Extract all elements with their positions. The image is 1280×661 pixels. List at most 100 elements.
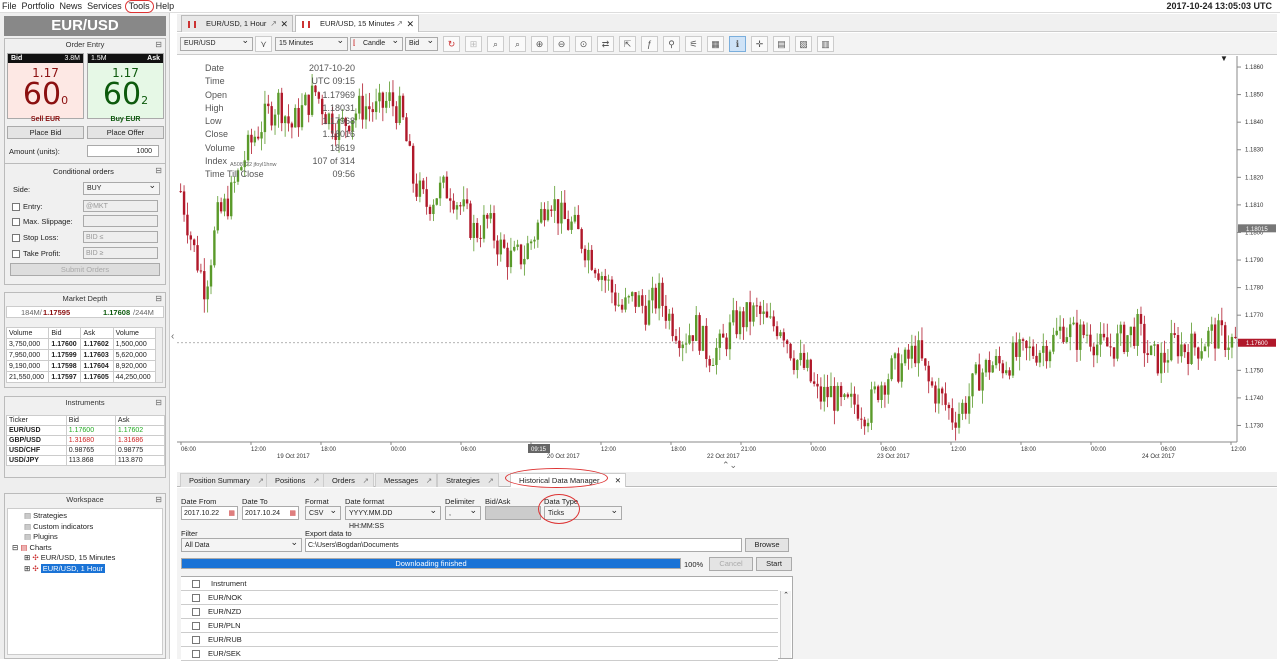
- price-tick-label: 1.1810: [1245, 203, 1264, 209]
- list-item[interactable]: EUR/PLN: [181, 619, 778, 633]
- template-icon[interactable]: ▧: [795, 36, 812, 52]
- entry-checkbox[interactable]: [12, 203, 20, 211]
- lock-icon[interactable]: ⊞: [465, 36, 482, 52]
- table-row[interactable]: GBP/USD 1.31680 1.31686: [6, 435, 166, 446]
- minimize-icon[interactable]: ⊟: [155, 293, 162, 304]
- grid-icon[interactable]: ▤: [773, 36, 790, 52]
- tab-eurusd-1hour[interactable]: EUR/USD, 1 Hour ↗ ✕: [181, 15, 293, 32]
- max-slippage-checkbox[interactable]: [12, 218, 20, 226]
- resize-handle-icon[interactable]: ⌃⌄: [722, 460, 737, 471]
- tab-position-summary[interactable]: Position Summary ↗: [180, 473, 269, 487]
- menu-services[interactable]: Services: [85, 0, 125, 12]
- browse-button[interactable]: Browse: [745, 538, 789, 552]
- format-select[interactable]: CSV: [305, 504, 341, 520]
- minimize-icon[interactable]: ⊟: [155, 166, 162, 175]
- candle-body: [826, 386, 829, 398]
- chart-type-select[interactable]: ⫿ Candle: [350, 35, 403, 51]
- candle-body: [1004, 370, 1008, 374]
- calculator-icon[interactable]: ▦: [707, 36, 724, 52]
- scroll-icon[interactable]: ⇄: [597, 36, 614, 52]
- instrument-checkbox[interactable]: [192, 636, 200, 644]
- candle-body: [1176, 335, 1180, 357]
- refresh-icon[interactable]: ↻: [443, 36, 460, 52]
- delimiter-select[interactable]: ,: [445, 504, 481, 520]
- cursor-icon[interactable]: ⇱: [619, 36, 636, 52]
- take-profit-input[interactable]: BID ≥: [83, 247, 158, 259]
- zoom-out-icon[interactable]: ⊖: [553, 36, 570, 52]
- buy-box[interactable]: 1.5M Ask 1.17 602 Buy EUR: [87, 53, 164, 123]
- list-item[interactable]: EUR/RUB: [181, 633, 778, 647]
- stop-loss-checkbox[interactable]: [12, 234, 20, 242]
- side-select[interactable]: BUY: [83, 180, 160, 195]
- menu-tools[interactable]: Tools: [124, 0, 154, 13]
- table-row[interactable]: USD/CHF 0.98765 0.98775: [6, 445, 166, 456]
- menu-file[interactable]: File: [0, 0, 20, 12]
- settings-icon[interactable]: ▥: [817, 36, 834, 52]
- date-to-input[interactable]: 2017.10.24 ▦: [242, 506, 299, 520]
- tree-item-charts[interactable]: ⊟ ▤ Charts: [12, 543, 52, 554]
- amount-input[interactable]: 1000: [87, 145, 159, 157]
- date-from-input[interactable]: 2017.10.22 ▦: [181, 506, 238, 520]
- instrument-checkbox[interactable]: [192, 650, 200, 658]
- chart-menu-icon[interactable]: ▼: [1220, 54, 1228, 63]
- period-select[interactable]: 15 Minutes: [275, 35, 348, 51]
- tree-item-custom-indicators[interactable]: ▤ Custom indicators: [24, 522, 93, 533]
- price-tick-label: 1.1780: [1245, 286, 1264, 292]
- tab-positions[interactable]: Positions ↗: [266, 473, 325, 487]
- side-select[interactable]: Bid: [405, 35, 438, 51]
- menu-news[interactable]: News: [58, 0, 86, 12]
- stop-loss-input[interactable]: BID ≤: [83, 231, 158, 243]
- function-icon[interactable]: ƒ: [641, 36, 658, 52]
- tree-item-strategies[interactable]: ▤ Strategies: [24, 511, 67, 522]
- tab-messages[interactable]: Messages ↗: [375, 473, 438, 487]
- depth-scrollbar[interactable]: [155, 327, 163, 383]
- submit-orders-button[interactable]: Submit Orders: [10, 263, 160, 276]
- place-bid-button[interactable]: Place Bid: [7, 126, 84, 139]
- instrument-checkbox[interactable]: [192, 608, 200, 616]
- list-scrollbar[interactable]: ⌃: [780, 591, 791, 658]
- collapse-left-icon[interactable]: ‹: [171, 331, 174, 342]
- drawings-icon[interactable]: ⚟: [685, 36, 702, 52]
- table-row[interactable]: USD/JPY 113.868 113.870: [6, 455, 166, 466]
- info-icon[interactable]: ℹ: [729, 36, 746, 52]
- tab-eurusd-15min[interactable]: EUR/USD, 15 Minutes ↗ ✕: [295, 15, 419, 32]
- export-path-input[interactable]: C:\Users\Bogdan\Documents: [305, 538, 742, 552]
- indicators-icon[interactable]: ⚲: [663, 36, 680, 52]
- menu-portfolio[interactable]: Portfolio: [20, 0, 58, 12]
- indicator-icon[interactable]: ⋎: [255, 36, 272, 52]
- instrument-checkbox[interactable]: [192, 622, 200, 630]
- instrument-checkbox[interactable]: [192, 594, 200, 602]
- select-all-checkbox[interactable]: [192, 580, 200, 588]
- tree-item-chart-15min[interactable]: ⊞ ✣ EUR/USD, 15 Minutes: [24, 553, 115, 564]
- cancel-button[interactable]: Cancel: [709, 557, 753, 571]
- max-slippage-input[interactable]: [83, 215, 158, 227]
- tree-item-chart-1hour[interactable]: ⊞ ✣ EUR/USD, 1 Hour: [24, 563, 106, 575]
- menu-help[interactable]: Help: [154, 0, 178, 12]
- candle-body: [718, 333, 721, 348]
- legend-row: Close 1.18016: [205, 129, 355, 140]
- crosshair-icon[interactable]: ✛: [751, 36, 768, 52]
- table-row[interactable]: EUR/USD 1.17600 1.17602: [6, 425, 166, 436]
- tab-strategies[interactable]: Strategies ↗: [437, 473, 499, 487]
- minimize-icon[interactable]: ⊟: [155, 397, 162, 408]
- bid-ask-select[interactable]: [485, 506, 541, 520]
- date-format-select[interactable]: YYYY.MM.DD HH:MM:SS: [345, 504, 441, 530]
- list-item[interactable]: EUR/NOK: [181, 591, 778, 605]
- sell-box[interactable]: Bid 3.8M 1.17 600 Sell EUR: [7, 53, 84, 123]
- place-offer-button[interactable]: Place Offer: [87, 126, 164, 139]
- entry-input[interactable]: @MKT: [83, 200, 158, 212]
- zoom-fit-icon[interactable]: ⊙: [575, 36, 592, 52]
- zoom-area-icon[interactable]: ⌕: [487, 36, 504, 52]
- minimize-icon[interactable]: ⊟: [155, 39, 162, 50]
- filter-select[interactable]: All Data: [181, 536, 302, 552]
- list-item[interactable]: EUR/NZD: [181, 605, 778, 619]
- take-profit-checkbox[interactable]: [12, 250, 20, 258]
- tab-orders[interactable]: Orders ↗: [323, 473, 374, 487]
- start-button[interactable]: Start: [756, 557, 792, 571]
- zoom-in-icon[interactable]: ⊕: [531, 36, 548, 52]
- minimize-icon[interactable]: ⊟: [155, 494, 162, 505]
- instrument-select[interactable]: EUR/USD: [180, 35, 253, 51]
- zoom-select-icon[interactable]: ⌕: [509, 36, 526, 52]
- tree-item-plugins[interactable]: ▤ Plugins: [24, 532, 58, 543]
- candle-body: [779, 332, 782, 337]
